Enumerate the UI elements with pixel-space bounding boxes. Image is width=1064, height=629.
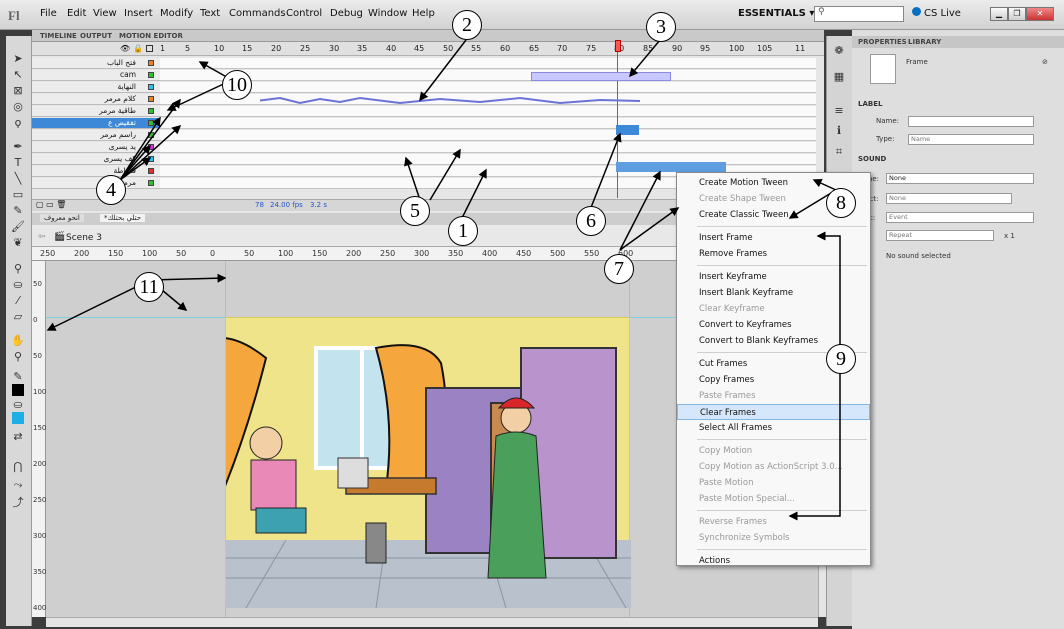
callout-number: 6: [576, 206, 606, 236]
callout-number: 4: [96, 175, 126, 205]
callout-number: 9: [826, 344, 856, 374]
callout-number: 5: [400, 196, 430, 226]
callout-number: 1: [448, 216, 478, 246]
callout-number: 11: [134, 272, 164, 302]
callout-number: 2: [452, 10, 482, 40]
callout-number: 8: [826, 188, 856, 218]
annotation-arrows: [46, 39, 841, 521]
callout-number: 7: [604, 254, 634, 284]
callout-number: 10: [222, 70, 252, 100]
callout-number: 3: [646, 12, 676, 42]
